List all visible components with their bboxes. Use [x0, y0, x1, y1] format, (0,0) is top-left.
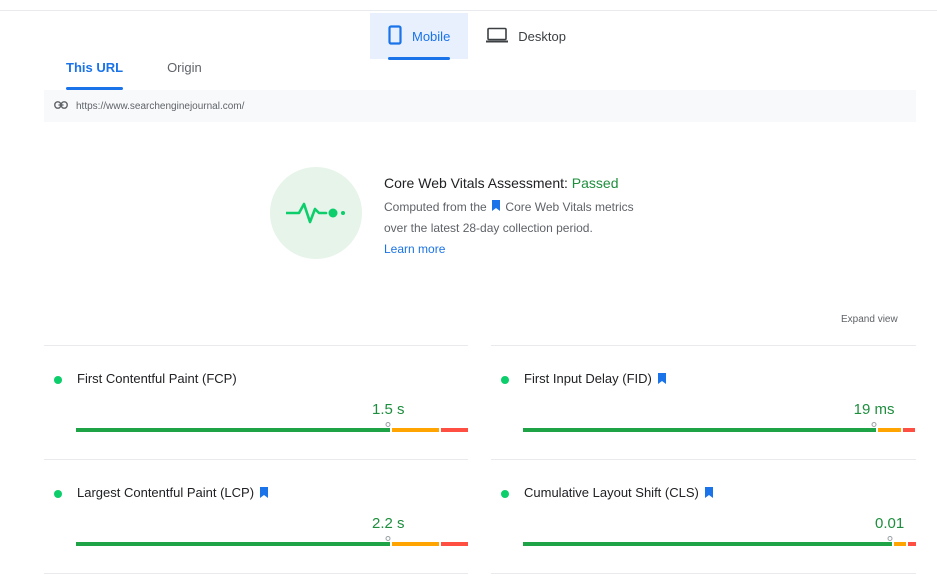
- assessment-panel: Core Web Vitals Assessment: Passed Compu…: [384, 175, 704, 260]
- metric-label-text: First Contentful Paint (FCP): [77, 371, 237, 386]
- good-segment: [523, 428, 876, 432]
- divider: [491, 573, 916, 574]
- status-dot-good: [501, 376, 509, 384]
- bookmark-icon: [657, 372, 666, 387]
- metric-fcp[interactable]: First Contentful Paint (FCP) 1.5 s: [44, 346, 468, 458]
- percentile-marker: [385, 536, 391, 541]
- url-bar: https://www.searchenginejournal.com/: [44, 90, 916, 122]
- tab-desktop-label: Desktop: [518, 28, 566, 44]
- assessment-description: Computed from the Core Web Vitals metric…: [384, 197, 704, 260]
- assessment-title-text: Core Web Vitals Assessment:: [384, 175, 568, 191]
- link-icon: [54, 100, 68, 112]
- url-tabs: This URL Origin: [44, 52, 224, 90]
- smartphone-icon: [388, 24, 402, 48]
- needs-improvement-segment: [392, 428, 439, 432]
- metric-value: 19 ms: [853, 401, 895, 418]
- percentile-marker: [385, 422, 391, 427]
- metric-cls[interactable]: Cumulative Layout Shift (CLS) 0.01: [491, 460, 916, 572]
- bookmark-icon: [704, 486, 713, 501]
- distribution-bar: [76, 428, 468, 432]
- needs-improvement-segment: [392, 542, 439, 546]
- top-divider: [0, 10, 937, 11]
- status-dot-good: [501, 490, 509, 498]
- metric-label-text: First Input Delay (FID): [524, 371, 652, 386]
- bookmark-icon: [260, 486, 269, 501]
- bookmark-icon: [492, 197, 501, 218]
- desktop-icon: [486, 27, 509, 46]
- learn-more-link[interactable]: Learn more: [384, 242, 445, 256]
- poor-segment: [441, 542, 468, 546]
- assessment-desc-line1-post: Core Web Vitals metrics: [505, 200, 634, 214]
- poor-segment: [903, 428, 915, 432]
- tab-mobile-label: Mobile: [412, 28, 451, 44]
- tab-origin[interactable]: Origin: [145, 52, 224, 90]
- distribution-bar: [76, 542, 468, 546]
- assessment-title: Core Web Vitals Assessment: Passed: [384, 175, 704, 191]
- assessment-desc-line1-pre: Computed from the: [384, 200, 487, 214]
- assessment-status: Passed: [571, 175, 619, 191]
- good-segment: [76, 428, 390, 432]
- tab-mobile[interactable]: Mobile: [370, 13, 469, 60]
- percentile-marker: [887, 536, 893, 541]
- poor-segment: [441, 428, 468, 432]
- status-dot-good: [54, 376, 62, 384]
- metric-value: 2.2 s: [372, 515, 405, 532]
- needs-improvement-segment: [878, 428, 901, 432]
- metric-label: First Contentful Paint (FCP): [77, 371, 237, 386]
- metric-fid[interactable]: First Input Delay (FID) 19 ms: [491, 346, 915, 458]
- percentile-marker: [871, 422, 877, 427]
- distribution-bar: [523, 542, 916, 546]
- good-segment: [76, 542, 390, 546]
- tab-this-url[interactable]: This URL: [44, 52, 145, 90]
- good-segment: [523, 542, 892, 546]
- metric-label: First Input Delay (FID): [524, 371, 666, 387]
- metric-value: 0.01: [874, 515, 905, 532]
- poor-segment: [908, 542, 916, 546]
- tab-desktop[interactable]: Desktop: [468, 13, 584, 59]
- divider: [44, 573, 468, 574]
- metric-label: Cumulative Layout Shift (CLS): [524, 485, 713, 501]
- web-vitals-pulse-icon: [270, 167, 362, 259]
- needs-improvement-segment: [894, 542, 906, 546]
- url-text[interactable]: https://www.searchenginejournal.com/: [76, 101, 244, 112]
- assessment-desc-line2: over the latest 28-day collection period…: [384, 221, 593, 236]
- metric-label: Largest Contentful Paint (LCP): [77, 485, 269, 501]
- distribution-bar: [523, 428, 915, 432]
- expand-view-link[interactable]: Expand view: [841, 314, 898, 325]
- metric-lcp[interactable]: Largest Contentful Paint (LCP) 2.2 s: [44, 460, 468, 572]
- status-dot-good: [54, 490, 62, 498]
- metric-label-text: Largest Contentful Paint (LCP): [77, 485, 255, 500]
- device-tabs: Mobile Desktop: [370, 13, 584, 60]
- metric-value: 1.5 s: [372, 401, 405, 418]
- metric-label-text: Cumulative Layout Shift (CLS): [524, 485, 699, 500]
